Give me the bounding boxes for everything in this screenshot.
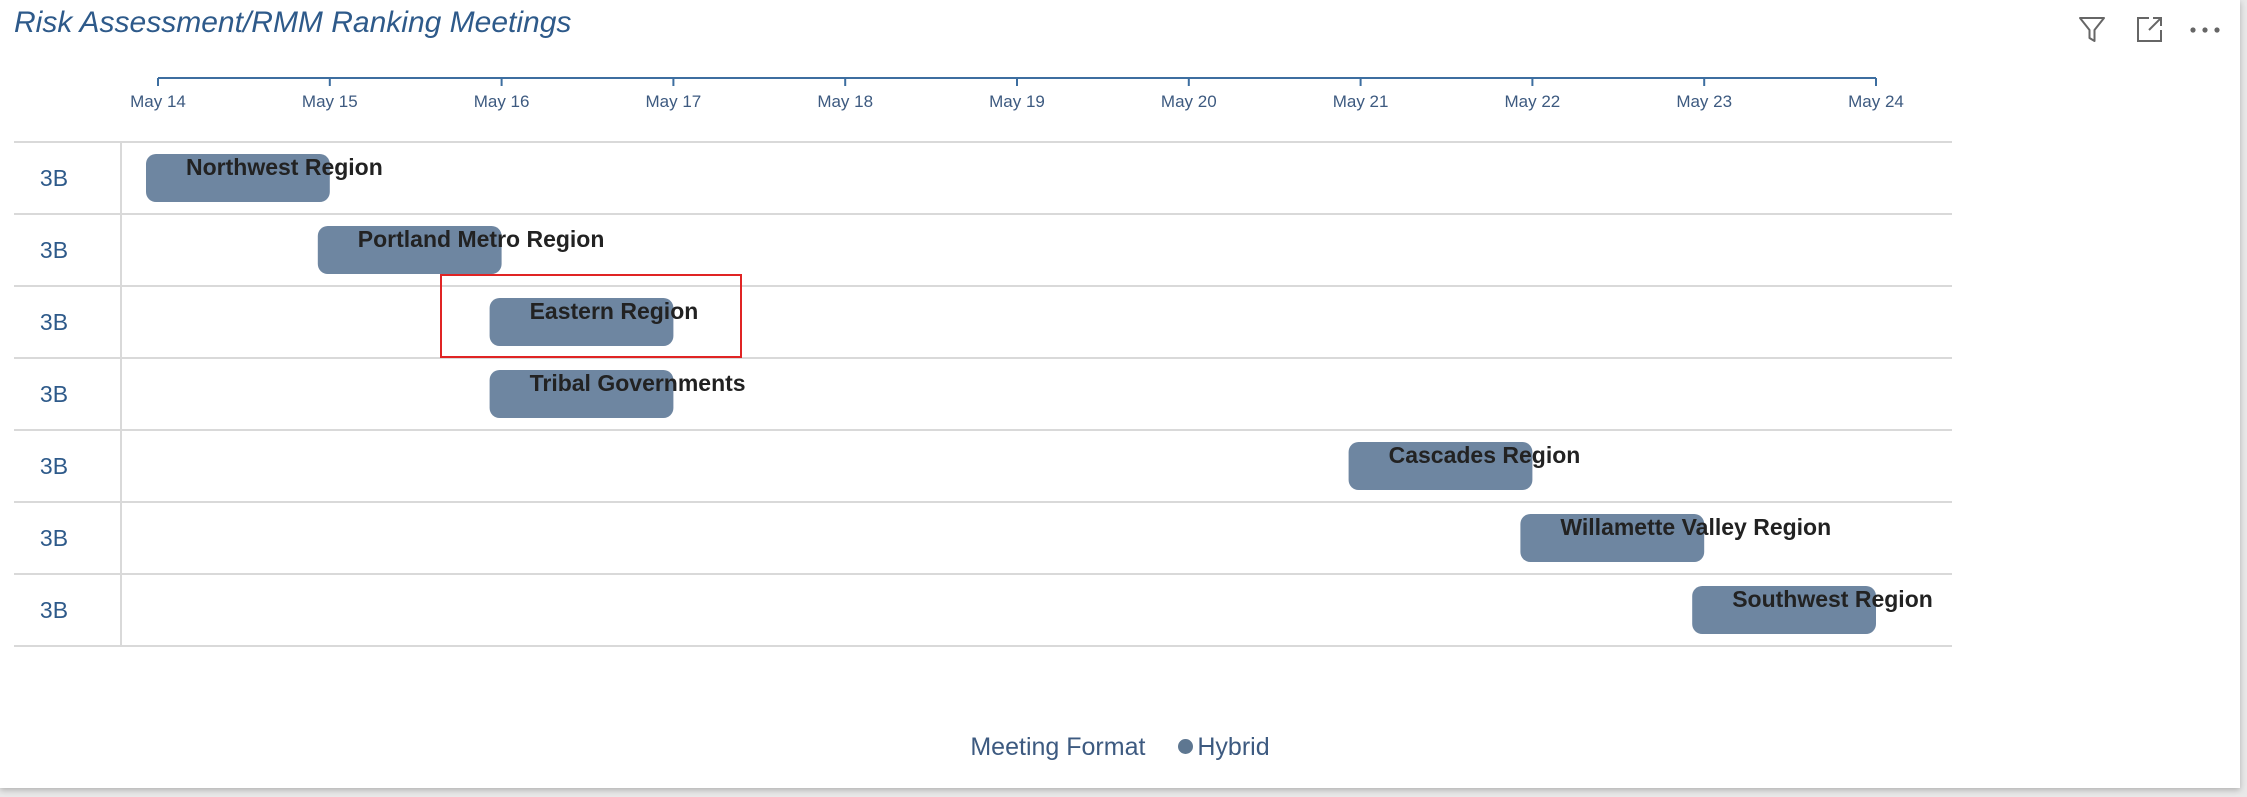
- x-tick-label: May 23: [1676, 92, 1732, 111]
- gantt-visual: Risk Assessment/RMM Ranking Meetings May…: [0, 0, 2240, 788]
- x-tick-label: May 21: [1333, 92, 1389, 111]
- x-tick-label: May 18: [817, 92, 873, 111]
- row-category-label: 3B: [40, 309, 68, 335]
- legend-title: Meeting Format: [970, 733, 1146, 761]
- x-tick-label: May 20: [1161, 92, 1217, 111]
- gantt-bar-label: Portland Metro Region: [358, 226, 605, 252]
- row-category-label: 3B: [40, 381, 68, 407]
- gantt-bar-label: Willamette Valley Region: [1560, 514, 1831, 540]
- gantt-bar-label: Tribal Governments: [530, 370, 746, 396]
- gantt-chart: May 14 May 15 May 16 May 17 May 18 May 19 May …: [14, 77, 1952, 647]
- legend-hybrid-marker[interactable]: [1178, 738, 1194, 754]
- legend: Meeting Format Hybrid: [0, 733, 2240, 762]
- highlight-box: [440, 274, 742, 358]
- x-tick-label: May 15: [302, 92, 358, 111]
- x-tick-label: May 22: [1505, 92, 1561, 111]
- x-tick-label: May 19: [989, 92, 1045, 111]
- row-category-label: 3B: [40, 453, 68, 479]
- row-category-label: 3B: [40, 525, 68, 551]
- x-tick-label: May 14: [130, 92, 186, 111]
- row-category-label: 3B: [40, 597, 68, 623]
- x-tick-label: May 17: [646, 92, 702, 111]
- legend-item-hybrid[interactable]: Hybrid: [1197, 733, 1269, 761]
- x-tick-label: May 24: [1848, 92, 1904, 111]
- row-category-label: 3B: [40, 165, 68, 191]
- gantt-bar-label: Southwest Region: [1732, 586, 1933, 612]
- row-category-label: 3B: [40, 237, 68, 263]
- x-tick-label: May 16: [474, 92, 530, 111]
- gantt-bar-label: Northwest Region: [186, 154, 383, 180]
- gantt-bar-label: Cascades Region: [1389, 442, 1581, 468]
